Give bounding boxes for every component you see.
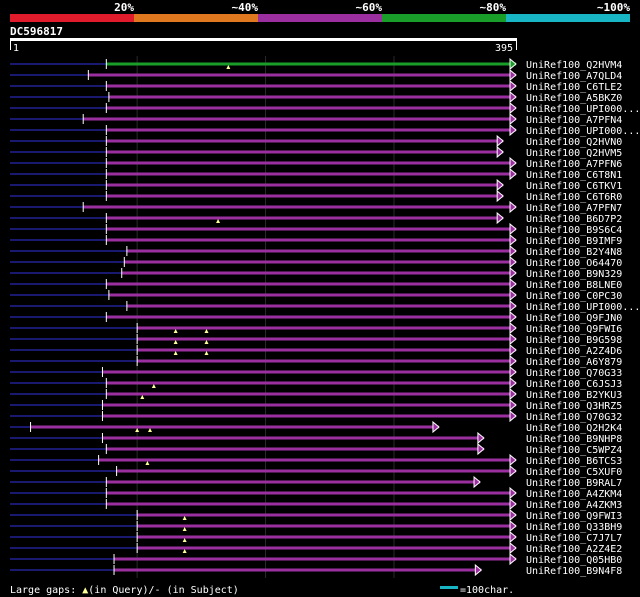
hit-label[interactable]: UniRef100_B9IMF9	[526, 236, 622, 247]
hit-label[interactable]: UniRef100_UPI000...	[526, 126, 640, 137]
hit-label[interactable]: UniRef100_Q2HVN0	[526, 137, 622, 148]
colorbar-segment	[134, 14, 258, 22]
hit-label[interactable]: UniRef100_C6TKV1	[526, 181, 622, 192]
hit-label[interactable]: UniRef100_Q2H2K4	[526, 423, 622, 434]
pct-label-80: ~80%	[480, 1, 507, 14]
colorbar-segment	[10, 14, 134, 22]
hit-label[interactable]: UniRef100_B9N329	[526, 269, 622, 280]
colorbar-segment	[382, 14, 506, 22]
pct-label-60: ~60%	[356, 1, 383, 14]
hit-label[interactable]: UniRef100_B9G598	[526, 335, 622, 346]
ruler-start-label: 1	[13, 43, 19, 54]
hit-label[interactable]: UniRef100_B9N4F8	[526, 566, 622, 577]
gaps-legend-query: (in Query)/	[88, 585, 154, 596]
percent-identity-colorbar	[10, 14, 630, 22]
hit-label[interactable]: UniRef100_C0PC30	[526, 291, 622, 302]
hit-label[interactable]: UniRef100_A2Z4D6	[526, 346, 622, 357]
colorbar-segment	[258, 14, 382, 22]
pct-label-20: 20%	[114, 1, 134, 14]
hit-label[interactable]: UniRef100_UPI000...	[526, 104, 640, 115]
hit-label[interactable]: UniRef100_B6TCS3	[526, 456, 622, 467]
hit-label[interactable]: UniRef100_A5BKZ0	[526, 93, 622, 104]
colorbar-segment	[506, 14, 630, 22]
hit-label[interactable]: UniRef100_B8LNE0	[526, 280, 622, 291]
hit-label[interactable]: UniRef100_A4ZKM3	[526, 500, 622, 511]
hit-label[interactable]: UniRef100_A4ZKM4	[526, 489, 622, 500]
hit-label[interactable]: UniRef100_Q2HVM5	[526, 148, 622, 159]
hit-label[interactable]: UniRef100_A7PFN6	[526, 159, 622, 170]
hit-label[interactable]: UniRef100_C6T8N1	[526, 170, 622, 181]
hit-label[interactable]: UniRef100_Q05HB0	[526, 555, 622, 566]
alignment-overview: 20% ~40% ~60% ~80% ~100% DC596817 1 395 …	[0, 0, 640, 597]
hit-label[interactable]: UniRef100_C6JSJ3	[526, 379, 622, 390]
hit-label[interactable]: UniRef100_C5WPZ4	[526, 445, 622, 456]
hit-label[interactable]: UniRef100_UPI000...	[526, 302, 640, 313]
query-id: DC596817	[10, 25, 63, 38]
hit-label[interactable]: UniRef100_B2YKU3	[526, 390, 622, 401]
ruler-tick-start	[10, 41, 11, 50]
hit-label[interactable]: UniRef100_A7PFN7	[526, 203, 622, 214]
pct-label-40: ~40%	[232, 1, 259, 14]
hit-label[interactable]: UniRef100_C7J7L7	[526, 533, 622, 544]
hit-label[interactable]: UniRef100_B6D7P2	[526, 214, 622, 225]
ruler-tick-end	[516, 41, 517, 50]
hit-label[interactable]: UniRef100_B9RAL7	[526, 478, 622, 489]
scale-bar	[440, 586, 458, 589]
hit-label[interactable]: UniRef100_C6TLE2	[526, 82, 622, 93]
hit-label[interactable]: UniRef100_A7QLD4	[526, 71, 622, 82]
hit-label[interactable]: UniRef100_Q9FWI3	[526, 511, 622, 522]
hit-label[interactable]: UniRef100_O64470	[526, 258, 622, 269]
gaps-legend-subject: (in Subject)	[161, 585, 239, 596]
ruler-end-label: 395	[495, 43, 513, 54]
hit-label[interactable]: UniRef100_A6Y879	[526, 357, 622, 368]
hit-label[interactable]: UniRef100_A7PFN4	[526, 115, 622, 126]
scale-label: =100char.	[460, 585, 514, 596]
pct-label-100: ~100%	[597, 1, 630, 14]
hit-label[interactable]: UniRef100_Q2HVM4	[526, 60, 622, 71]
hit-label[interactable]: UniRef100_Q9FJN0	[526, 313, 622, 324]
hit-label[interactable]: UniRef100_Q33BH9	[526, 522, 622, 533]
hit-label[interactable]: UniRef100_B9S6C4	[526, 225, 622, 236]
hit-label[interactable]: UniRef100_Q3HRZ5	[526, 401, 622, 412]
hit-label[interactable]: UniRef100_Q70G32	[526, 412, 622, 423]
query-ruler	[10, 38, 517, 41]
hit-label[interactable]: UniRef100_A2Z4E2	[526, 544, 622, 555]
gaps-legend-prefix: Large gaps:	[10, 585, 82, 596]
hit-label[interactable]: UniRef100_C6T6R0	[526, 192, 622, 203]
gaps-legend: Large gaps: ▲(in Query)/- (in Subject)	[10, 585, 239, 596]
hit-label[interactable]: UniRef100_C5XUF0	[526, 467, 622, 478]
hit-label[interactable]: UniRef100_B9NHP8	[526, 434, 622, 445]
hit-label[interactable]: UniRef100_Q9FWI6	[526, 324, 622, 335]
hit-label[interactable]: UniRef100_Q70G33	[526, 368, 622, 379]
hit-label[interactable]: UniRef100_B2Y4N8	[526, 247, 622, 258]
